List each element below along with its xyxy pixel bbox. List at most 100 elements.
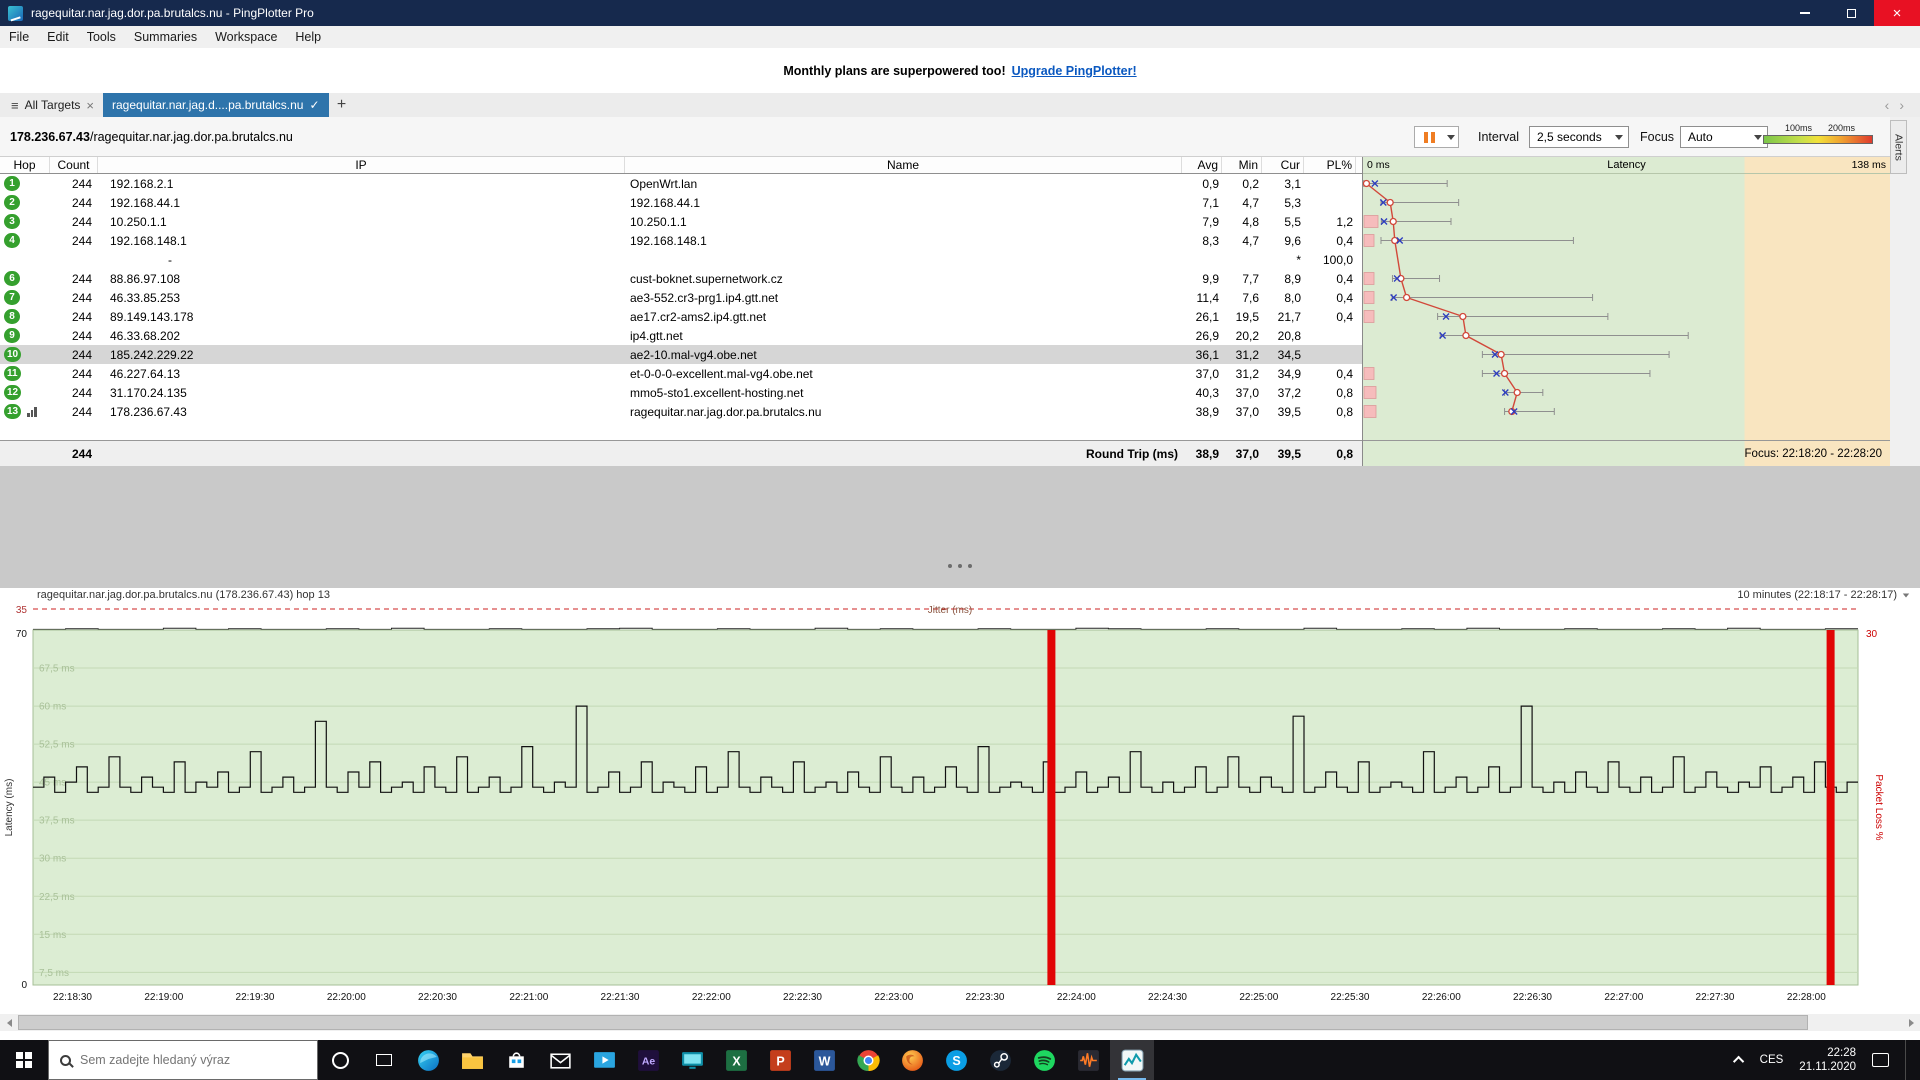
task-view-button[interactable] bbox=[362, 1040, 406, 1080]
action-center-icon[interactable] bbox=[1872, 1053, 1889, 1067]
table-row[interactable]: 1124446.227.64.13et-0-0-0-excellent.mal-… bbox=[0, 364, 1362, 383]
excel-icon[interactable]: X bbox=[714, 1040, 758, 1080]
audacity-icon[interactable] bbox=[1066, 1040, 1110, 1080]
store-icon[interactable] bbox=[494, 1040, 538, 1080]
pingplotter-icon[interactable] bbox=[1110, 1040, 1154, 1080]
timeline-range-select[interactable]: 10 minutes (22:18:17 - 22:28:17) bbox=[1737, 589, 1910, 601]
word-icon[interactable]: W bbox=[802, 1040, 846, 1080]
header-name[interactable]: Name bbox=[625, 157, 1182, 173]
tray-expand-icon[interactable] bbox=[1733, 1056, 1744, 1067]
header-count[interactable]: Count bbox=[50, 157, 98, 173]
steam-icon[interactable] bbox=[978, 1040, 1022, 1080]
firefox-icon[interactable] bbox=[890, 1040, 934, 1080]
chrome-icon[interactable] bbox=[846, 1040, 890, 1080]
menu-item-help[interactable]: Help bbox=[286, 26, 330, 48]
splitter-handle[interactable] bbox=[948, 564, 972, 568]
pl-cell: 1,2 bbox=[1304, 215, 1356, 229]
name-cell: ip4.gtt.net bbox=[625, 329, 1182, 343]
new-tab-button[interactable]: + bbox=[329, 93, 355, 117]
table-row[interactable]: 724446.33.85.253ae3-552.cr3-prg1.ip4.gtt… bbox=[0, 288, 1362, 307]
header-pl[interactable]: PL% bbox=[1304, 157, 1356, 173]
spotify-icon[interactable] bbox=[1022, 1040, 1066, 1080]
table-row[interactable]: -*100,0 bbox=[0, 250, 1362, 269]
header-avg[interactable]: Avg bbox=[1182, 157, 1222, 173]
tab-scroll-left-icon[interactable]: ‹ bbox=[1885, 97, 1890, 113]
taskbar-search[interactable] bbox=[48, 1040, 318, 1080]
edge-icon[interactable] bbox=[406, 1040, 450, 1080]
name-cell: mmo5-sto1.excellent-hosting.net bbox=[625, 386, 1182, 400]
language-indicator[interactable]: CES bbox=[1760, 1054, 1784, 1066]
pane-splitter bbox=[0, 466, 1920, 588]
search-input[interactable] bbox=[80, 1053, 290, 1067]
tab-scroll-right-icon[interactable]: › bbox=[1899, 97, 1904, 113]
close-button[interactable]: × bbox=[1874, 0, 1920, 26]
header-hop[interactable]: Hop bbox=[0, 157, 50, 173]
upgrade-link[interactable]: Upgrade PingPlotter! bbox=[1012, 64, 1137, 78]
svg-text:22:26:00: 22:26:00 bbox=[1422, 992, 1461, 1003]
maximize-button[interactable] bbox=[1828, 0, 1874, 26]
close-tab-icon[interactable]: × bbox=[86, 98, 94, 113]
table-row[interactable]: 1244192.168.2.1OpenWrt.lan0,90,23,1 bbox=[0, 174, 1362, 193]
svg-text:60 ms: 60 ms bbox=[39, 702, 66, 713]
table-row[interactable]: 624488.86.97.108cust-boknet.supernetwork… bbox=[0, 269, 1362, 288]
svg-text:22:22:30: 22:22:30 bbox=[783, 992, 822, 1003]
show-desktop-button[interactable] bbox=[1905, 1040, 1910, 1080]
min-cell: 37,0 bbox=[1222, 386, 1262, 400]
focus-select[interactable]: Auto bbox=[1680, 126, 1768, 148]
header-ip[interactable]: IP bbox=[98, 157, 625, 173]
min-cell: 20,2 bbox=[1222, 329, 1262, 343]
cortana-button[interactable] bbox=[318, 1040, 362, 1080]
scroll-left-arrow[interactable] bbox=[0, 1014, 18, 1031]
hop-latency-chart bbox=[1363, 174, 1891, 440]
minimize-button[interactable] bbox=[1782, 0, 1828, 26]
svg-text:22:27:30: 22:27:30 bbox=[1696, 992, 1735, 1003]
header-min[interactable]: Min bbox=[1222, 157, 1262, 173]
timeline-chart[interactable]: 35Jitter (ms)67,5 ms60 ms52,5 ms45 ms37,… bbox=[0, 604, 1920, 1014]
table-row[interactable]: 324410.250.1.110.250.1.17,94,85,51,2 bbox=[0, 212, 1362, 231]
count-cell: 244 bbox=[50, 348, 98, 362]
min-cell: 37,0 bbox=[1222, 405, 1262, 419]
name-cell: ragequitar.nar.jag.dor.pa.brutalcs.nu bbox=[625, 405, 1182, 419]
svg-text:22:24:00: 22:24:00 bbox=[1057, 992, 1096, 1003]
svg-text:X: X bbox=[732, 1054, 741, 1068]
powerpoint-icon[interactable]: P bbox=[758, 1040, 802, 1080]
upgrade-banner: Monthly plans are superpowered too! Upgr… bbox=[0, 48, 1920, 93]
taskbar-clock[interactable]: 22:28 21.11.2020 bbox=[1799, 1046, 1856, 1074]
skype-icon[interactable]: S bbox=[934, 1040, 978, 1080]
monitor-app-icon[interactable] bbox=[670, 1040, 714, 1080]
header-cur[interactable]: Cur bbox=[1262, 157, 1304, 173]
interval-select[interactable]: 2,5 seconds bbox=[1529, 126, 1629, 148]
mail-icon[interactable] bbox=[538, 1040, 582, 1080]
pause-dropdown[interactable] bbox=[1443, 126, 1459, 148]
alerts-side-tab[interactable]: Alerts bbox=[1890, 120, 1907, 174]
start-button[interactable] bbox=[0, 1040, 48, 1080]
pause-button[interactable] bbox=[1414, 126, 1444, 148]
list-icon: ≡ bbox=[11, 98, 19, 113]
menu-item-edit[interactable]: Edit bbox=[38, 26, 78, 48]
file-explorer-icon[interactable] bbox=[450, 1040, 494, 1080]
min-cell: 4,7 bbox=[1222, 196, 1262, 210]
tab-active-target[interactable]: ragequitar.nar.jag.d....pa.brutalcs.nu ✓ bbox=[103, 93, 329, 117]
menu-item-summaries[interactable]: Summaries bbox=[125, 26, 206, 48]
table-row[interactable]: 10244185.242.229.22ae2-10.mal-vg4.obe.ne… bbox=[0, 345, 1362, 364]
menu-item-file[interactable]: File bbox=[0, 26, 38, 48]
table-row[interactable]: 4244192.168.148.1192.168.148.18,34,79,60… bbox=[0, 231, 1362, 250]
menu-item-workspace[interactable]: Workspace bbox=[206, 26, 286, 48]
round-trip-label: Round Trip (ms) bbox=[625, 447, 1182, 461]
clock-time: 22:28 bbox=[1799, 1046, 1856, 1060]
scrollbar-thumb[interactable] bbox=[18, 1015, 1808, 1030]
video-icon[interactable] bbox=[582, 1040, 626, 1080]
table-row[interactable]: 13244178.236.67.43ragequitar.nar.jag.dor… bbox=[0, 402, 1362, 421]
table-row[interactable]: 1224431.170.24.135mmo5-sto1.excellent-ho… bbox=[0, 383, 1362, 402]
table-row[interactable]: 924446.33.68.202ip4.gtt.net26,920,220,8 bbox=[0, 326, 1362, 345]
scroll-right-arrow[interactable] bbox=[1902, 1014, 1920, 1031]
ip-cell: 88.86.97.108 bbox=[98, 272, 625, 286]
table-row[interactable]: 824489.149.143.178ae17.cr2-ams2.ip4.gtt.… bbox=[0, 307, 1362, 326]
count-cell: 244 bbox=[50, 177, 98, 191]
avg-cell: 7,1 bbox=[1182, 196, 1222, 210]
tab-all-targets[interactable]: ≡ All Targets × bbox=[2, 93, 103, 117]
menu-item-tools[interactable]: Tools bbox=[78, 26, 125, 48]
after-effects-icon[interactable]: Ae bbox=[626, 1040, 670, 1080]
timeline-scrollbar[interactable] bbox=[0, 1014, 1920, 1031]
table-row[interactable]: 2244192.168.44.1192.168.44.17,14,75,3 bbox=[0, 193, 1362, 212]
